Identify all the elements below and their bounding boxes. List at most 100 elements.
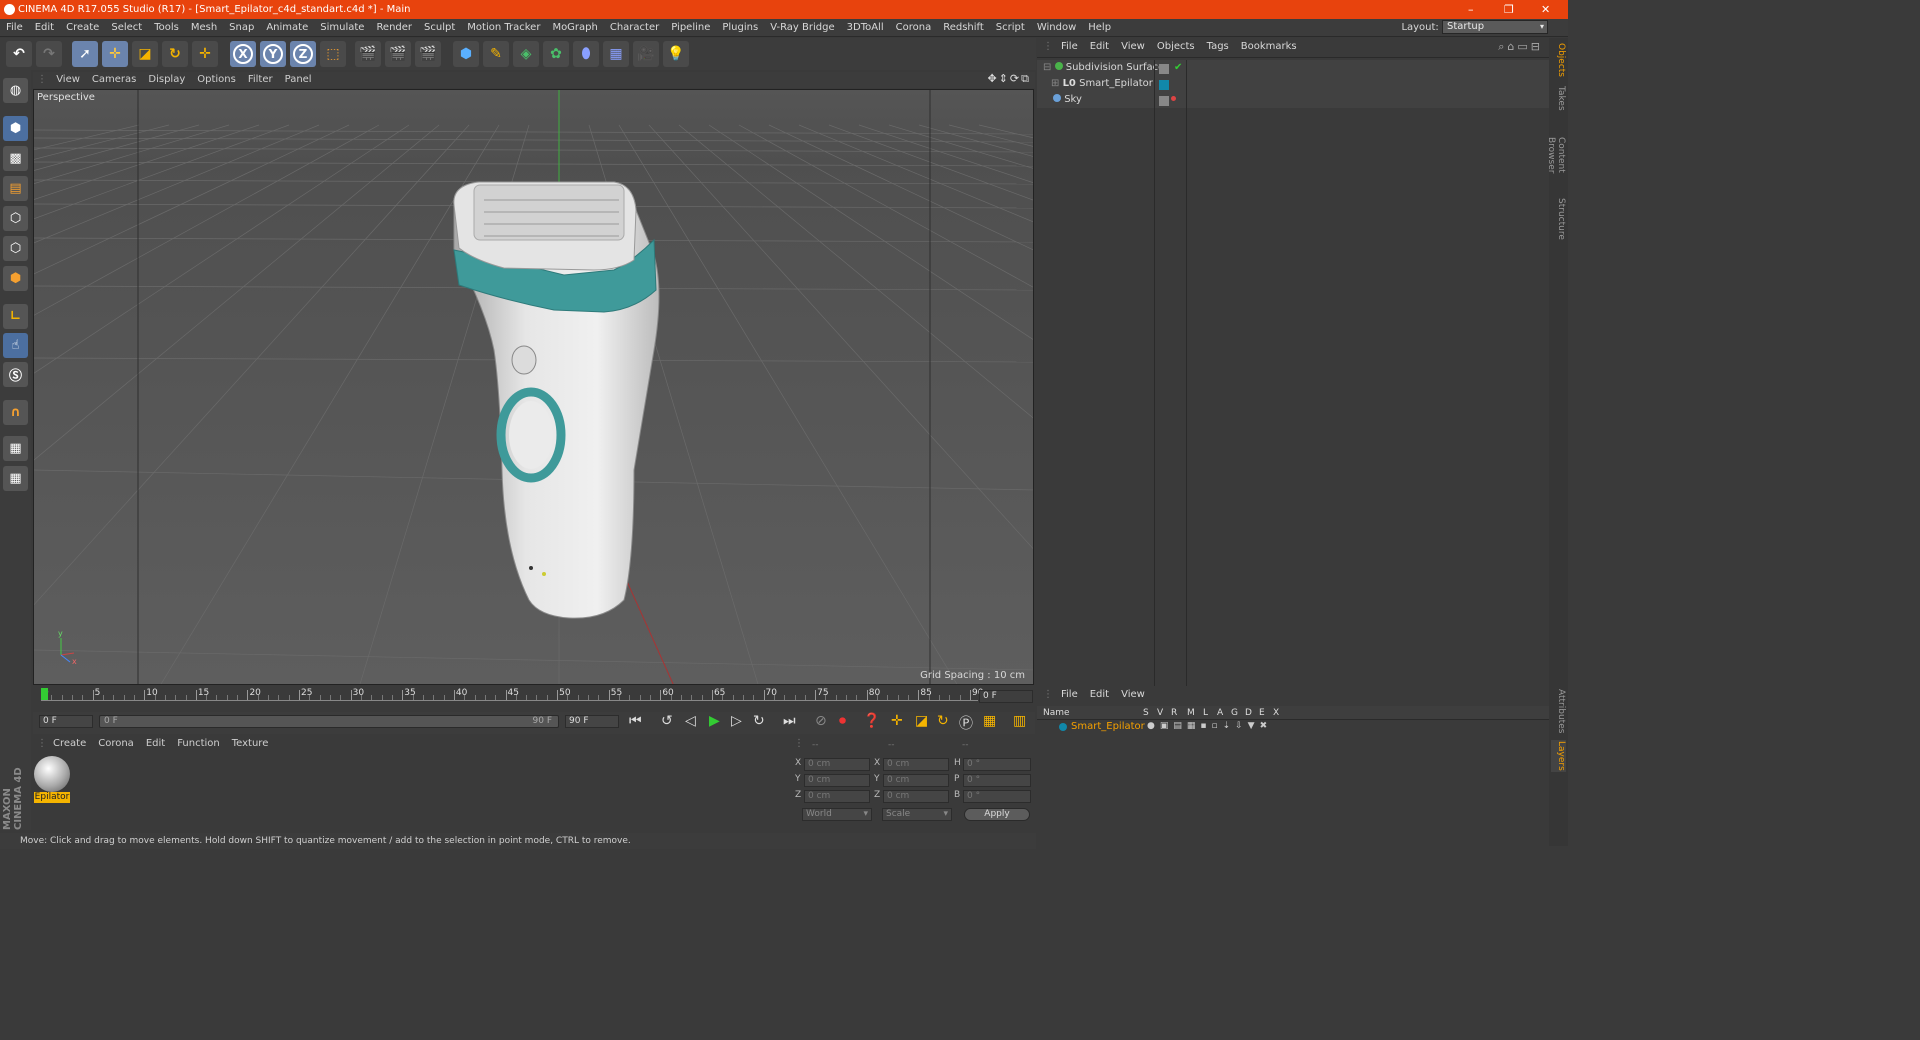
step-back-icon[interactable]: ◁ bbox=[685, 713, 696, 729]
menu-tools[interactable]: Tools bbox=[148, 19, 185, 37]
objects-menu-file[interactable]: File bbox=[1055, 38, 1084, 56]
points-mode-icon[interactable]: ⬡ bbox=[3, 206, 28, 231]
render-picture-viewer-icon[interactable]: 🎬 bbox=[385, 41, 411, 67]
menu-plugins[interactable]: Plugins bbox=[716, 19, 764, 37]
tab-attributes[interactable]: Attributes bbox=[1551, 688, 1566, 734]
spline-pen-icon[interactable]: ✎ bbox=[483, 41, 509, 67]
x-axis-lock-icon[interactable]: X bbox=[230, 41, 256, 67]
material-swatch[interactable] bbox=[34, 756, 70, 792]
material-menu-edit[interactable]: Edit bbox=[140, 736, 171, 752]
material-menu-function[interactable]: Function bbox=[171, 736, 226, 752]
menu-sculpt[interactable]: Sculpt bbox=[418, 19, 461, 37]
viewport-menu-view[interactable]: View bbox=[50, 72, 86, 88]
layers-menu-edit[interactable]: Edit bbox=[1084, 686, 1115, 704]
redo-icon[interactable]: ↷ bbox=[36, 41, 62, 67]
play-icon[interactable]: ▶ bbox=[709, 713, 720, 729]
mograph-cloner-icon[interactable]: ✿ bbox=[543, 41, 569, 67]
make-editable-icon[interactable]: ◍ bbox=[3, 78, 28, 103]
layers-menu-file[interactable]: File bbox=[1055, 686, 1084, 704]
workplane-mode-icon[interactable]: ▤ bbox=[3, 176, 28, 201]
objects-menu-view[interactable]: View bbox=[1115, 38, 1151, 56]
key-position-icon[interactable]: ✛ bbox=[891, 713, 903, 729]
deformer-icon[interactable]: ⬮ bbox=[573, 41, 599, 67]
objects-menu-bookmarks[interactable]: Bookmarks bbox=[1235, 38, 1303, 56]
menu-3dtoall[interactable]: 3DToAll bbox=[841, 19, 890, 37]
objects-menu-tags[interactable]: Tags bbox=[1201, 38, 1235, 56]
undo-icon[interactable]: ↶ bbox=[6, 41, 32, 67]
layer-row[interactable]: Smart_Epilator ●▣▤▦▪▫⇣⇩▼✖ bbox=[1037, 720, 1549, 734]
minimize-button[interactable]: – bbox=[1468, 0, 1474, 19]
visibility-dot-icon[interactable] bbox=[1171, 96, 1176, 101]
layer-color-dot[interactable] bbox=[1059, 723, 1067, 731]
position-value-field[interactable]: 0 cm bbox=[804, 758, 870, 771]
cube-primitive-icon[interactable]: ⬢ bbox=[453, 41, 479, 67]
menu-window[interactable]: Window bbox=[1031, 19, 1082, 37]
subdivision-surface-icon[interactable]: ◈ bbox=[513, 41, 539, 67]
menu-help[interactable]: Help bbox=[1082, 19, 1117, 37]
scale-tool-icon[interactable]: ◪ bbox=[132, 41, 158, 67]
model-mode-icon[interactable]: ⬢ bbox=[3, 116, 28, 141]
solo-mode-icon[interactable]: Ⓢ bbox=[3, 362, 28, 387]
start-frame-field[interactable]: 0 F bbox=[39, 715, 93, 728]
layout-dropdown[interactable]: Startup ▾ bbox=[1442, 20, 1548, 34]
select-tool-icon[interactable]: ➚ bbox=[72, 41, 98, 67]
layer-name[interactable]: Smart_Epilator bbox=[1071, 721, 1145, 732]
material-name-label[interactable]: Epilator bbox=[34, 792, 70, 803]
end-frame-field[interactable]: 90 F bbox=[565, 715, 619, 728]
menu-corona[interactable]: Corona bbox=[890, 19, 938, 37]
menu-snap[interactable]: Snap bbox=[223, 19, 260, 37]
go-to-end-icon[interactable]: ⏭ bbox=[783, 713, 796, 729]
object-row-subdivision-surface[interactable]: ⊟ Subdivision Surface bbox=[1043, 60, 1164, 76]
perspective-viewport[interactable]: y x Perspective Grid Spacing : 10 cm bbox=[33, 89, 1034, 685]
objects-menu-edit[interactable]: Edit bbox=[1084, 38, 1115, 56]
layer-tag-icon[interactable] bbox=[1159, 64, 1169, 74]
tab-structure[interactable]: Structure bbox=[1551, 198, 1566, 240]
coordinate-system-icon[interactable]: ⬚ bbox=[320, 41, 346, 67]
object-manager-nav-icons[interactable]: ⌕⌂▭⊟ bbox=[1498, 40, 1543, 54]
rotation-value-field[interactable]: 0 ° bbox=[963, 774, 1031, 787]
coordinate-system-dropdown[interactable]: World ▾ bbox=[802, 808, 872, 821]
menu-render[interactable]: Render bbox=[370, 19, 418, 37]
menu-create[interactable]: Create bbox=[60, 19, 105, 37]
z-axis-lock-icon[interactable]: Z bbox=[290, 41, 316, 67]
light-icon[interactable]: 💡 bbox=[663, 41, 689, 67]
menu-mograph[interactable]: MoGraph bbox=[546, 19, 603, 37]
maximize-button[interactable]: ❐ bbox=[1504, 0, 1514, 19]
step-forward-icon[interactable]: ▷ bbox=[731, 713, 742, 729]
rotation-value-field[interactable]: 0 ° bbox=[963, 790, 1031, 803]
polygons-mode-icon[interactable]: ⬢ bbox=[3, 266, 28, 291]
menu-animate[interactable]: Animate bbox=[260, 19, 314, 37]
viewport-menu-display[interactable]: Display bbox=[142, 72, 191, 88]
y-axis-lock-icon[interactable]: Y bbox=[260, 41, 286, 67]
rotation-value-field[interactable]: 0 ° bbox=[963, 758, 1031, 771]
key-pla-icon[interactable]: ▦ bbox=[983, 713, 996, 729]
menu-simulate[interactable]: Simulate bbox=[314, 19, 370, 37]
size-mode-dropdown[interactable]: Scale ▾ bbox=[882, 808, 952, 821]
object-row-sky[interactable]: Sky bbox=[1053, 92, 1082, 108]
tweak-mode-icon[interactable]: ☝ bbox=[3, 333, 28, 358]
close-button[interactable]: ✕ bbox=[1541, 0, 1550, 19]
camera-icon[interactable]: 🎥 bbox=[633, 41, 659, 67]
key-scale-icon[interactable]: ◪ bbox=[915, 713, 928, 729]
next-key-icon[interactable]: ↻ bbox=[753, 713, 765, 729]
viewport-menu-panel[interactable]: Panel bbox=[279, 72, 318, 88]
keyframe-selection-icon[interactable]: ❓ bbox=[863, 713, 880, 729]
layer-toggle-icons[interactable]: ●▣▤▦▪▫⇣⇩▼✖ bbox=[1147, 721, 1272, 731]
layers-menu-view[interactable]: View bbox=[1115, 686, 1151, 704]
position-value-field[interactable]: 0 cm bbox=[804, 790, 870, 803]
menu-file[interactable]: File bbox=[0, 19, 29, 37]
apply-button[interactable]: Apply bbox=[964, 808, 1030, 821]
menu-script[interactable]: Script bbox=[990, 19, 1031, 37]
playhead[interactable] bbox=[41, 688, 48, 700]
previous-key-icon[interactable]: ↺ bbox=[661, 713, 673, 729]
floor-environment-icon[interactable]: ▦ bbox=[603, 41, 629, 67]
layer-tag-icon[interactable] bbox=[1159, 96, 1169, 106]
frame-range-slider[interactable]: 0 F 90 F bbox=[99, 715, 559, 728]
enabled-check-icon[interactable]: ✔ bbox=[1174, 62, 1182, 73]
workplane-lock-icon[interactable]: ▦ bbox=[3, 436, 28, 461]
transform-tool-icon[interactable]: ✛ bbox=[192, 41, 218, 67]
size-value-field[interactable]: 0 cm bbox=[883, 774, 949, 787]
go-to-start-icon[interactable]: ⏮ bbox=[629, 713, 642, 729]
timeline-window-icon[interactable]: ▥ bbox=[1013, 713, 1026, 729]
tab-objects[interactable]: Objects bbox=[1551, 42, 1566, 78]
